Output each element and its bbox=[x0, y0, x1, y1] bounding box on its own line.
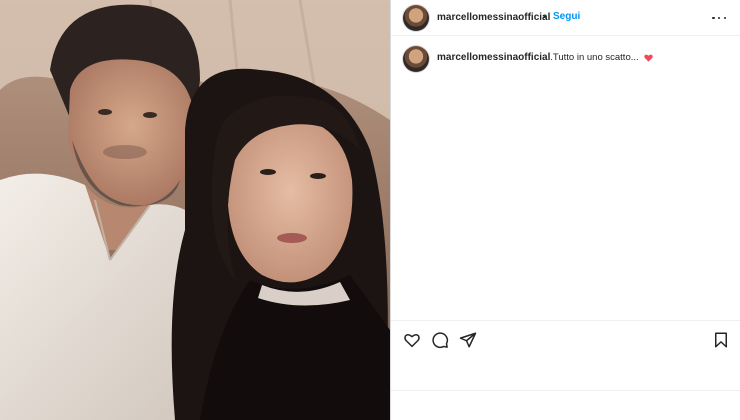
more-options-icon[interactable] bbox=[712, 12, 726, 24]
post-header: marcellomessinaofficial • Segui bbox=[391, 0, 740, 36]
separator-dot: • bbox=[543, 12, 547, 22]
post-sidebar: marcellomessinaofficial • Segui marcello… bbox=[390, 0, 740, 420]
heart-outline-icon[interactable] bbox=[403, 331, 421, 349]
username-link[interactable]: marcellomessinaofficial bbox=[437, 12, 550, 23]
caption-username-link[interactable]: marcellomessinaofficial bbox=[437, 52, 550, 63]
bookmark-icon[interactable] bbox=[712, 331, 730, 349]
red-heart-icon bbox=[644, 54, 653, 62]
paper-plane-icon[interactable] bbox=[459, 331, 477, 349]
avatar[interactable] bbox=[403, 5, 429, 31]
divider bbox=[391, 390, 740, 391]
follow-button[interactable]: Segui bbox=[553, 11, 580, 22]
post-image bbox=[0, 0, 390, 420]
post-photo[interactable] bbox=[0, 0, 390, 420]
comment-bubble-icon[interactable] bbox=[431, 331, 449, 349]
caption-avatar[interactable] bbox=[403, 46, 429, 72]
caption-text: ...Tutto in uno scatto... bbox=[545, 52, 639, 63]
action-bar bbox=[391, 320, 740, 356]
